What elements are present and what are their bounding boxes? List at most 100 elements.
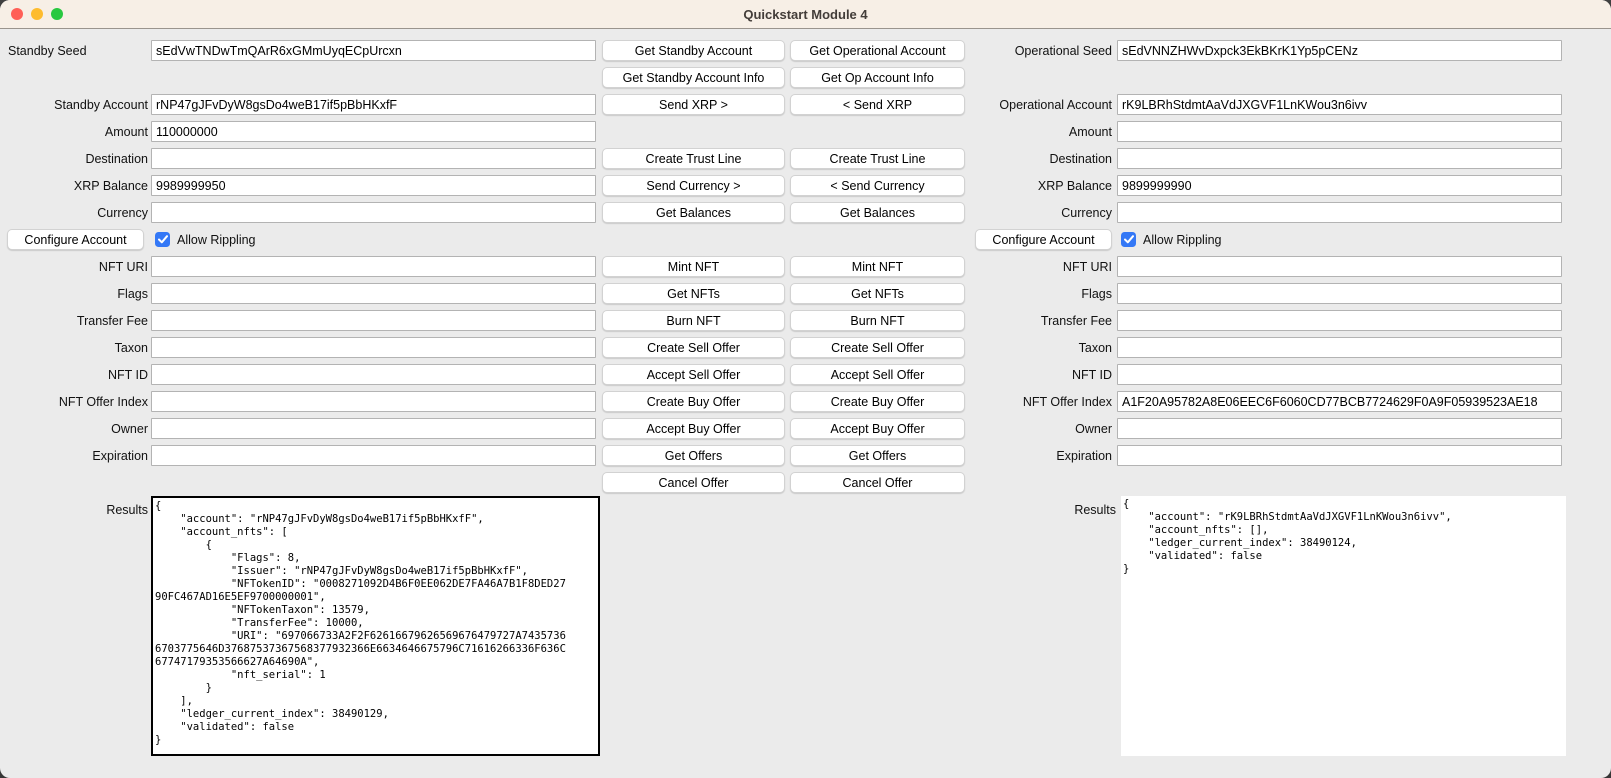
get-balances-standby-button[interactable]: Get Balances bbox=[602, 202, 785, 223]
allow-rippling-standby-label: Allow Rippling bbox=[177, 233, 256, 247]
xrp-balance-row: XRP Balance Send Currency > < Send Curre… bbox=[0, 172, 1611, 199]
standby-seed-input[interactable] bbox=[151, 40, 596, 61]
send-currency-operational-button[interactable]: < Send Currency bbox=[790, 175, 965, 196]
operational-seed-input[interactable] bbox=[1117, 40, 1562, 61]
get-offers-operational-button[interactable]: Get Offers bbox=[790, 445, 965, 466]
main-content: Standby Seed Get Standby Account Get Ope… bbox=[0, 29, 1611, 758]
get-operational-account-button[interactable]: Get Operational Account bbox=[790, 40, 965, 61]
transfer-fee-row: Transfer Fee Burn NFT Burn NFT Transfer … bbox=[0, 307, 1611, 334]
cancel-offer-operational-button[interactable]: Cancel Offer bbox=[790, 472, 965, 493]
accept-sell-offer-standby-button[interactable]: Accept Sell Offer bbox=[602, 364, 785, 385]
operational-account-label: Operational Account bbox=[965, 98, 1112, 112]
operational-owner-input[interactable] bbox=[1117, 418, 1562, 439]
standby-nft-id-input[interactable] bbox=[151, 364, 596, 385]
operational-taxon-input[interactable] bbox=[1117, 337, 1562, 358]
send-xrp-operational-button[interactable]: < Send XRP bbox=[790, 94, 965, 115]
get-nfts-standby-button[interactable]: Get NFTs bbox=[602, 283, 785, 304]
close-button[interactable] bbox=[11, 8, 23, 20]
create-sell-offer-operational-button[interactable]: Create Sell Offer bbox=[790, 337, 965, 358]
operational-destination-label: Destination bbox=[965, 152, 1112, 166]
amount-row: Amount Amount bbox=[0, 118, 1611, 145]
get-standby-account-info-button[interactable]: Get Standby Account Info bbox=[602, 67, 785, 88]
get-balances-operational-button[interactable]: Get Balances bbox=[790, 202, 965, 223]
operational-nft-id-input[interactable] bbox=[1117, 364, 1562, 385]
cancel-offer-row: Cancel Offer Cancel Offer bbox=[0, 469, 1611, 496]
standby-account-input[interactable] bbox=[151, 94, 596, 115]
send-xrp-standby-button[interactable]: Send XRP > bbox=[602, 94, 785, 115]
operational-expiration-input[interactable] bbox=[1117, 445, 1562, 466]
account-info-row: Get Standby Account Info Get Op Account … bbox=[0, 64, 1611, 91]
operational-flags-input[interactable] bbox=[1117, 283, 1562, 304]
standby-xrp-balance-label: XRP Balance bbox=[0, 179, 148, 193]
standby-amount-input[interactable] bbox=[151, 121, 596, 142]
standby-destination-input[interactable] bbox=[151, 148, 596, 169]
configure-account-standby-button[interactable]: Configure Account bbox=[7, 229, 144, 250]
operational-amount-input[interactable] bbox=[1117, 121, 1562, 142]
standby-owner-label: Owner bbox=[0, 422, 148, 436]
standby-results-text[interactable]: { "account": "rNP47gJFvDyW8gsDo4weB17if5… bbox=[151, 496, 600, 756]
standby-nft-id-label: NFT ID bbox=[0, 368, 148, 382]
operational-currency-input[interactable] bbox=[1117, 202, 1562, 223]
operational-account-input[interactable] bbox=[1117, 94, 1562, 115]
allow-rippling-operational-checkbox[interactable] bbox=[1121, 232, 1136, 247]
operational-owner-label: Owner bbox=[965, 422, 1112, 436]
app-window: Quickstart Module 4 Standby Seed Get Sta… bbox=[0, 0, 1611, 778]
window-title: Quickstart Module 4 bbox=[743, 7, 867, 22]
taxon-row: Taxon Create Sell Offer Create Sell Offe… bbox=[0, 334, 1611, 361]
burn-nft-standby-button[interactable]: Burn NFT bbox=[602, 310, 785, 331]
mint-nft-standby-button[interactable]: Mint NFT bbox=[602, 256, 785, 277]
standby-flags-input[interactable] bbox=[151, 283, 596, 304]
standby-currency-input[interactable] bbox=[151, 202, 596, 223]
standby-owner-input[interactable] bbox=[151, 418, 596, 439]
standby-destination-label: Destination bbox=[0, 152, 148, 166]
operational-nft-uri-input[interactable] bbox=[1117, 256, 1562, 277]
cancel-offer-standby-button[interactable]: Cancel Offer bbox=[602, 472, 785, 493]
operational-transfer-fee-input[interactable] bbox=[1117, 310, 1562, 331]
minimize-button[interactable] bbox=[31, 8, 43, 20]
zoom-button[interactable] bbox=[51, 8, 63, 20]
traffic-lights bbox=[11, 0, 63, 28]
results-row: Results { "account": "rNP47gJFvDyW8gsDo4… bbox=[0, 496, 1611, 758]
standby-nft-offer-index-input[interactable] bbox=[151, 391, 596, 412]
send-currency-standby-button[interactable]: Send Currency > bbox=[602, 175, 785, 196]
operational-results-text[interactable]: { "account": "rK9LBRhStdmtAaVdJXGVF1LnKW… bbox=[1121, 496, 1566, 756]
standby-taxon-input[interactable] bbox=[151, 337, 596, 358]
operational-flags-label: Flags bbox=[965, 287, 1112, 301]
flags-row: Flags Get NFTs Get NFTs Flags bbox=[0, 280, 1611, 307]
create-sell-offer-standby-button[interactable]: Create Sell Offer bbox=[602, 337, 785, 358]
standby-currency-label: Currency bbox=[0, 206, 148, 220]
create-buy-offer-operational-button[interactable]: Create Buy Offer bbox=[790, 391, 965, 412]
operational-nft-offer-index-label: NFT Offer Index bbox=[965, 395, 1112, 409]
get-op-account-info-button[interactable]: Get Op Account Info bbox=[790, 67, 965, 88]
accept-buy-offer-operational-button[interactable]: Accept Buy Offer bbox=[790, 418, 965, 439]
operational-amount-label: Amount bbox=[965, 125, 1112, 139]
create-buy-offer-standby-button[interactable]: Create Buy Offer bbox=[602, 391, 785, 412]
operational-nft-offer-index-input[interactable] bbox=[1117, 391, 1562, 412]
standby-xrp-balance-input[interactable] bbox=[151, 175, 596, 196]
operational-xrp-balance-input[interactable] bbox=[1117, 175, 1562, 196]
nft-uri-row: NFT URI Mint NFT Mint NFT NFT URI bbox=[0, 253, 1611, 280]
nft-id-row: NFT ID Accept Sell Offer Accept Sell Off… bbox=[0, 361, 1611, 388]
get-offers-standby-button[interactable]: Get Offers bbox=[602, 445, 785, 466]
create-trust-line-standby-button[interactable]: Create Trust Line bbox=[602, 148, 785, 169]
operational-destination-input[interactable] bbox=[1117, 148, 1562, 169]
accept-sell-offer-operational-button[interactable]: Accept Sell Offer bbox=[790, 364, 965, 385]
allow-rippling-standby-checkbox[interactable] bbox=[155, 232, 170, 247]
standby-transfer-fee-input[interactable] bbox=[151, 310, 596, 331]
standby-results-label: Results bbox=[0, 496, 148, 517]
nft-offer-index-row: NFT Offer Index Create Buy Offer Create … bbox=[0, 388, 1611, 415]
destination-row: Destination Create Trust Line Create Tru… bbox=[0, 145, 1611, 172]
operational-currency-label: Currency bbox=[965, 206, 1112, 220]
burn-nft-operational-button[interactable]: Burn NFT bbox=[790, 310, 965, 331]
standby-flags-label: Flags bbox=[0, 287, 148, 301]
get-standby-account-button[interactable]: Get Standby Account bbox=[602, 40, 785, 61]
get-nfts-operational-button[interactable]: Get NFTs bbox=[790, 283, 965, 304]
operational-taxon-label: Taxon bbox=[965, 341, 1112, 355]
standby-amount-label: Amount bbox=[0, 125, 148, 139]
configure-account-operational-button[interactable]: Configure Account bbox=[975, 229, 1112, 250]
standby-expiration-input[interactable] bbox=[151, 445, 596, 466]
standby-nft-uri-input[interactable] bbox=[151, 256, 596, 277]
mint-nft-operational-button[interactable]: Mint NFT bbox=[790, 256, 965, 277]
accept-buy-offer-standby-button[interactable]: Accept Buy Offer bbox=[602, 418, 785, 439]
create-trust-line-operational-button[interactable]: Create Trust Line bbox=[790, 148, 965, 169]
